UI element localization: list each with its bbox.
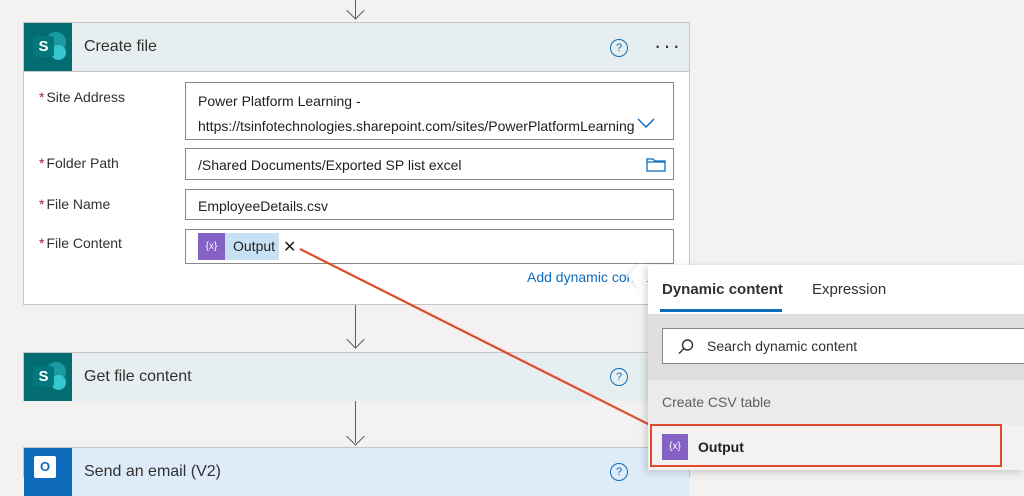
tab-expression[interactable]: Expression xyxy=(812,281,886,298)
section-label: Create CSV table xyxy=(662,394,771,410)
search-zone xyxy=(648,314,1024,380)
search-icon xyxy=(678,339,694,354)
annotation-highlight-box xyxy=(650,424,1002,467)
active-tab-indicator xyxy=(660,309,782,312)
tab-dynamic-content[interactable]: Dynamic content xyxy=(662,281,783,298)
section-create-csv-table[interactable]: Create CSV table xyxy=(648,380,1024,425)
search-box[interactable] xyxy=(662,328,1024,364)
search-input[interactable] xyxy=(707,329,1007,363)
